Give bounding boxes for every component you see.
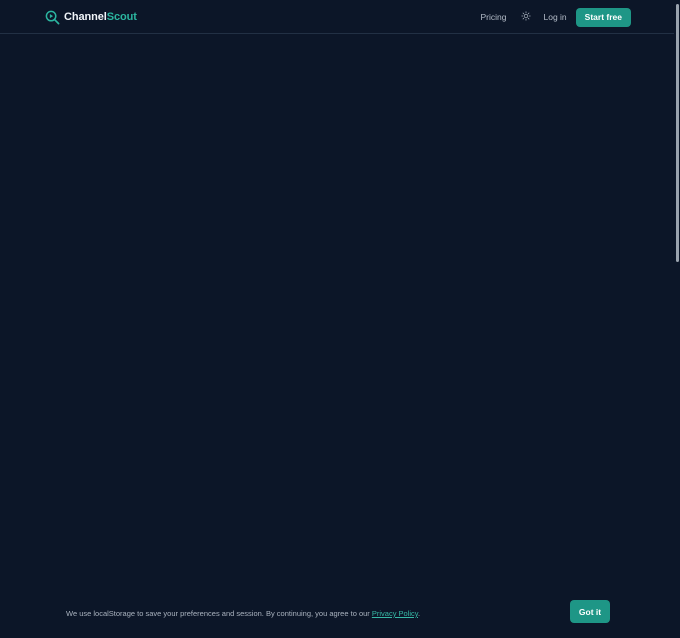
brand-name-part2: Scout (106, 11, 137, 23)
nav-login-link[interactable]: Log in (544, 12, 567, 22)
nav-pricing-link[interactable]: Pricing (481, 12, 507, 22)
brand-name: ChannelScout (64, 11, 137, 23)
cookie-consent-banner: We use localStorage to save your prefere… (0, 594, 674, 638)
cookie-accept-button[interactable]: Got it (570, 600, 610, 623)
brand-logo-link[interactable]: ChannelScout (45, 9, 137, 25)
start-free-button[interactable]: Start free (575, 7, 631, 27)
privacy-policy-link[interactable]: Privacy Policy (372, 609, 418, 618)
scrollbar-thumb[interactable] (676, 4, 679, 262)
cookie-consent-text: We use localStorage to save your prefere… (66, 609, 420, 618)
page: ChannelScout Pricing Log in Start free W… (0, 0, 680, 638)
cookie-text-after: . (418, 609, 421, 618)
theme-toggle-button[interactable] (520, 11, 532, 23)
brand-name-part1: Channel (64, 11, 107, 23)
top-navbar: ChannelScout Pricing Log in Start free (0, 0, 674, 34)
cookie-text-before: We use localStorage to save your prefere… (66, 609, 372, 618)
magnifier-play-icon (45, 10, 60, 25)
sun-icon (520, 8, 531, 26)
header-nav: Pricing Log in Start free (481, 0, 631, 34)
page-scrollbar[interactable] (674, 0, 680, 638)
